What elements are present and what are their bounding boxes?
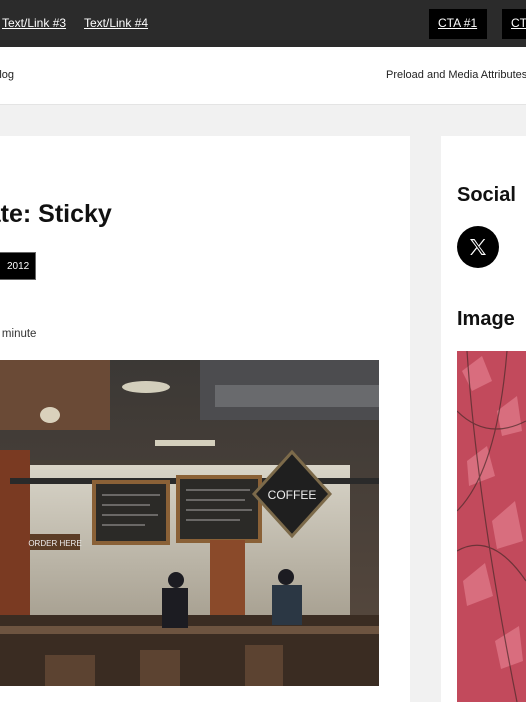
reading-time: Reading Time: 1 minute [0, 328, 37, 340]
post-title: Template: Sticky [0, 200, 112, 228]
autumn-leaves-image [457, 351, 526, 702]
post-tag[interactable]: 2012 [0, 252, 37, 280]
top-bar: Text/Link #3 Text/Link #4 CTA #1 CTA #2 [0, 0, 526, 47]
x-social-button[interactable] [457, 226, 499, 268]
post-featured-image: COFFEE ORDER HERE [0, 360, 379, 686]
top-link-3[interactable]: Text/Link #3 [2, 16, 66, 30]
top-link-4[interactable]: Text/Link #4 [84, 16, 148, 30]
post-card: Template: Sticky 2012 Reading Time: 1 mi… [0, 136, 410, 702]
nav-item-blog[interactable]: Blog [0, 69, 14, 81]
x-icon [470, 239, 486, 255]
sidebar: Social Image [441, 136, 526, 702]
image-heading: Image [457, 308, 515, 330]
order-here-sign-text: ORDER HERE [28, 539, 81, 548]
coffee-sign-text: COFFEE [268, 488, 317, 502]
coffee-shop-illustration: COFFEE ORDER HERE [0, 360, 379, 686]
main-nav: Blog Preload and Media Attributes [0, 47, 526, 105]
cta-1-button[interactable]: CTA #1 [429, 9, 487, 39]
social-heading: Social [457, 184, 516, 206]
cta-2-button[interactable]: CTA #2 [502, 9, 526, 39]
nav-item-preload-media[interactable]: Preload and Media Attributes [386, 69, 526, 81]
sidebar-image [457, 351, 526, 702]
